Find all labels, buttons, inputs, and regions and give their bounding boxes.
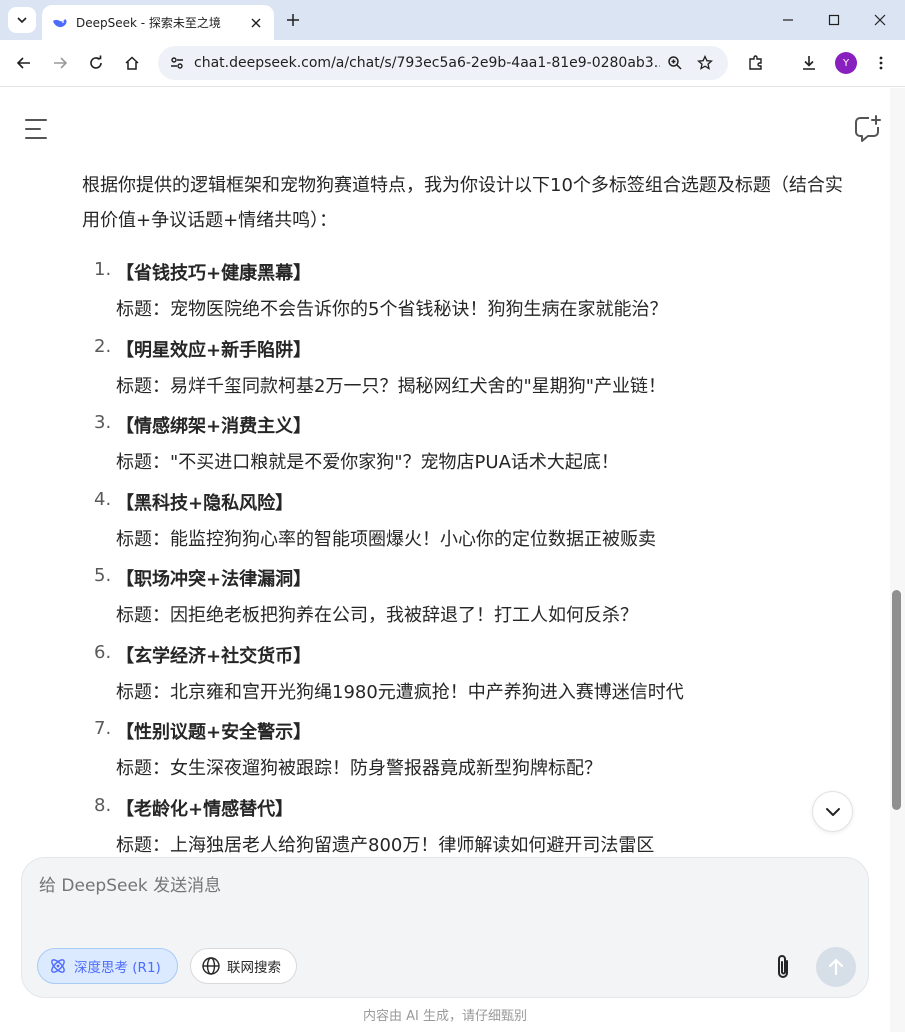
site-info-icon[interactable] [160, 46, 194, 80]
downloads-button[interactable] [795, 49, 823, 77]
extensions-button[interactable] [742, 49, 770, 77]
item-title: 标题：宠物医院绝不会告诉你的5个省钱秘诀！狗狗生病在家就能治？ [116, 299, 668, 320]
chevron-down-icon [825, 807, 840, 816]
item-title: 标题：上海独居老人给狗留遗产800万！律师解读如何避开司法雷区 [116, 834, 655, 856]
message-input[interactable] [39, 876, 819, 896]
send-button[interactable] [816, 947, 856, 987]
deep-think-label: 深度思考 (R1) [74, 960, 161, 976]
paperclip-icon [778, 955, 788, 978]
list-item: 6. 【玄学经济+社交货币】 标题：北京雍和宫开光狗绳1980元遭疯抢！中产养狗… [82, 638, 862, 715]
arrow-right-icon [54, 57, 68, 69]
list-item: 3. 【情感绑架+消费主义】 标题："不买进口粮就是不爱你家狗"？宠物店PUA话… [82, 408, 862, 485]
list-item: 5. 【职场冲突+法律漏洞】 标题：因拒绝老板把狗养在公司，我被辞退了！打工人如… [82, 561, 862, 638]
minimize-button[interactable] [774, 6, 802, 34]
chat-message-area: 根据你提供的逻辑框架和宠物狗赛道特点，我为你设计以下10个多标签组合选题及标题（… [0, 88, 890, 858]
browser-menu-button[interactable] [867, 49, 895, 77]
item-number: 5. [94, 565, 112, 586]
scrollbar-track[interactable] [890, 88, 905, 1032]
home-icon [125, 56, 139, 70]
item-number: 3. [94, 412, 112, 433]
download-icon [803, 56, 815, 70]
close-tab-icon[interactable] [246, 13, 266, 33]
list-item: 2. 【明星效应+新手陷阱】 标题：易烊千玺同款柯基2万一只？揭秘网红犬舍的"星… [82, 332, 862, 409]
arrow-up-icon [828, 958, 844, 976]
topic-list: 1. 【省钱技巧+健康黑幕】 标题：宠物医院绝不会告诉你的5个省钱秘诀！狗狗生病… [82, 255, 862, 858]
item-heading: 【玄学经济+社交货币】 [116, 645, 312, 667]
item-title: 标题：因拒绝老板把狗养在公司，我被辞退了！打工人如何反杀？ [116, 605, 638, 626]
item-heading: 【职场冲突+法律漏洞】 [116, 569, 312, 590]
tab-search-button[interactable] [8, 7, 36, 33]
deep-think-toggle[interactable]: 深度思考 (R1) [37, 948, 178, 984]
item-title: 标题：北京雍和宫开光狗绳1980元遭疯抢！中产养狗进入赛博迷信时代 [116, 681, 684, 703]
maximize-button[interactable] [820, 6, 848, 34]
minimize-icon [783, 19, 793, 21]
deepseek-favicon-icon [52, 15, 68, 31]
list-item: 4. 【黑科技+隐私风险】 标题：能监控狗狗心率的智能项圈爆火！小心你的定位数据… [82, 485, 862, 562]
item-heading: 【明星效应+新手陷阱】 [116, 339, 312, 361]
item-title: 标题："不买进口粮就是不爱你家狗"？宠物店PUA话术大起底！ [116, 452, 619, 473]
forward-button[interactable] [46, 49, 74, 77]
web-search-toggle[interactable]: 联网搜索 [190, 948, 297, 984]
item-heading: 【黑科技+隐私风险】 [116, 492, 294, 514]
item-title: 标题：女生深夜遛狗被跟踪！防身警报器竟成新型狗牌标配？ [116, 758, 602, 779]
maximize-icon [828, 14, 840, 26]
assistant-intro-text: 根据你提供的逻辑框架和宠物狗赛道特点，我为你设计以下10个多标签组合选题及标题（… [82, 175, 843, 231]
item-heading: 【省钱技巧+健康黑幕】 [116, 263, 312, 284]
scrollbar-thumb[interactable] [892, 590, 901, 810]
scroll-to-bottom-button[interactable] [812, 791, 853, 832]
tab-strip: DeepSeek - 探索未至之境 [0, 0, 905, 40]
bookmark-star-icon[interactable] [690, 48, 720, 78]
list-item: 7. 【性别议题+安全警示】 标题：女生深夜遛狗被跟踪！防身警报器竟成新型狗牌标… [82, 714, 862, 791]
browser-tab[interactable]: DeepSeek - 探索未至之境 [42, 5, 274, 40]
item-heading: 【老龄化+情感替代】 [116, 798, 294, 820]
browser-toolbar: chat.deepseek.com/a/chat/s/793ec5a6-2e9b… [0, 40, 905, 87]
profile-avatar[interactable]: Y [835, 52, 857, 74]
ai-disclaimer: 内容由 AI 生成，请仔细甄别 [363, 1009, 527, 1024]
item-number: 7. [94, 718, 112, 739]
back-button[interactable] [10, 49, 38, 77]
chevron-down-icon [17, 17, 27, 24]
arrow-left-icon [16, 57, 30, 69]
more-vertical-icon [879, 56, 883, 70]
tab-title: DeepSeek - 探索未至之境 [76, 16, 221, 30]
address-bar[interactable]: chat.deepseek.com/a/chat/s/793ec5a6-2e9b… [158, 46, 728, 80]
message-composer: 深度思考 (R1) 联网搜索 [21, 857, 869, 998]
reload-icon [90, 55, 102, 69]
list-item: 8. 【老龄化+情感替代】 标题：上海独居老人给狗留遗产800万！律师解读如何避… [82, 791, 862, 859]
list-item: 1. 【省钱技巧+健康黑幕】 标题：宠物医院绝不会告诉你的5个省钱秘诀！狗狗生病… [82, 255, 862, 332]
web-search-label: 联网搜索 [227, 960, 281, 976]
item-number: 4. [94, 488, 112, 510]
plus-icon [287, 14, 299, 26]
item-number: 2. [94, 335, 112, 357]
globe-icon [201, 956, 221, 976]
puzzle-icon [749, 55, 762, 70]
url-text[interactable]: chat.deepseek.com/a/chat/s/793ec5a6-2e9b… [194, 55, 660, 71]
home-button[interactable] [118, 49, 146, 77]
close-window-button[interactable] [866, 6, 894, 34]
zoom-icon[interactable] [660, 48, 690, 78]
item-title: 标题：易烊千玺同款柯基2万一只？揭秘网红犬舍的"星期狗"产业链！ [116, 375, 667, 397]
item-heading: 【情感绑架+消费主义】 [116, 416, 312, 437]
new-tab-button[interactable] [282, 9, 304, 31]
close-icon [874, 14, 886, 26]
reload-button[interactable] [82, 49, 110, 77]
attach-file-button[interactable] [767, 951, 799, 983]
item-heading: 【性别议题+安全警示】 [116, 722, 312, 743]
atom-icon [48, 956, 68, 976]
item-number: 8. [94, 794, 112, 816]
item-number: 6. [94, 641, 112, 663]
item-title: 标题：能监控狗狗心率的智能项圈爆火！小心你的定位数据正被贩卖 [116, 528, 656, 550]
item-number: 1. [94, 259, 112, 280]
